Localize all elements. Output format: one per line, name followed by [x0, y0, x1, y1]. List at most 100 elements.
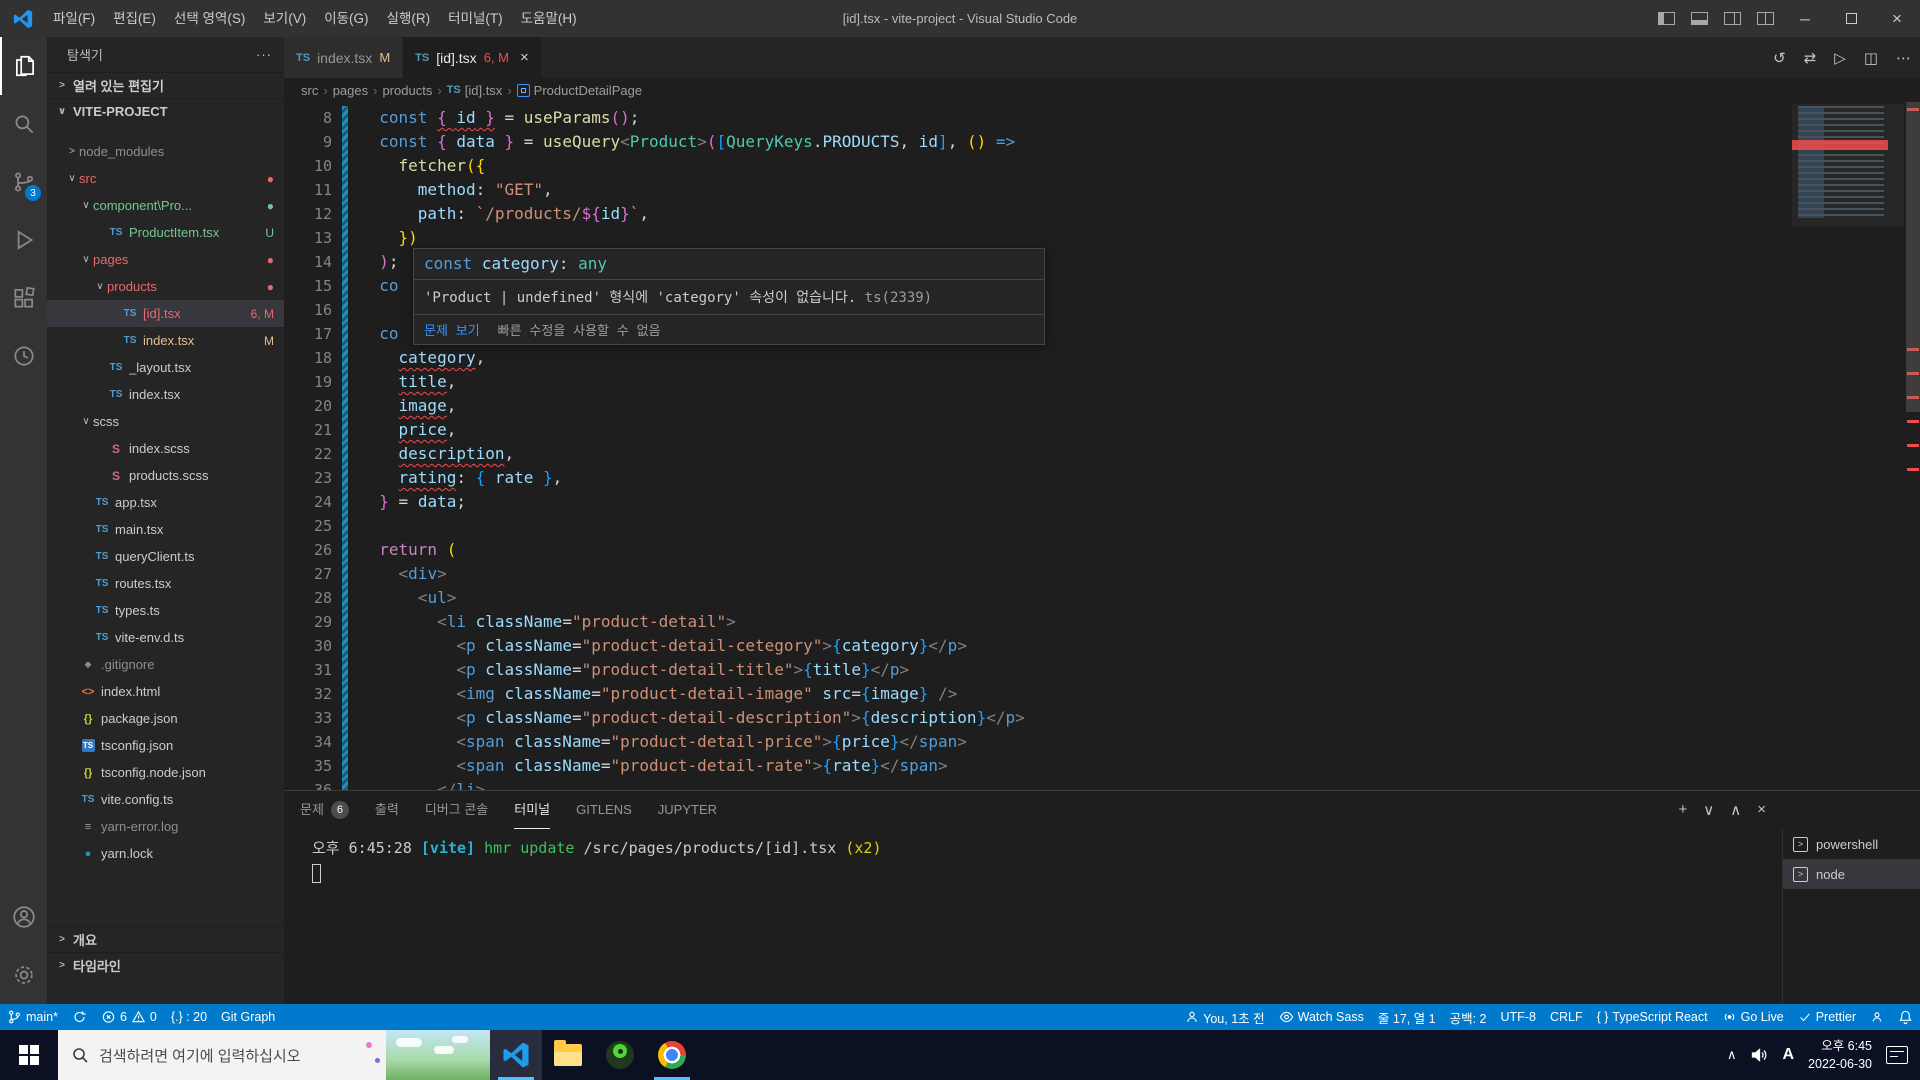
panel-tab-3[interactable]: 터미널	[514, 791, 551, 829]
code-line-18[interactable]: 18 category,	[284, 346, 1790, 370]
code-line-33[interactable]: 33 <p className="product-detail-descript…	[284, 706, 1790, 730]
tree-item-index.tsx[interactable]: TS index.tsx M	[47, 327, 284, 354]
accounts-icon[interactable]	[0, 888, 47, 946]
breadcrumb-item-0[interactable]: src	[298, 83, 321, 98]
tree-item-index.tsx[interactable]: TS index.tsx	[47, 381, 284, 408]
bracket-counter-item[interactable]: {.} : 20	[164, 1004, 214, 1030]
panel-tab-0[interactable]: 문제 6	[300, 791, 349, 829]
view-problem-link[interactable]: 문제 보기	[424, 320, 480, 339]
notifications-item[interactable]	[1891, 1004, 1920, 1030]
settings-gear-icon[interactable]	[0, 946, 47, 1004]
tree-item-queryClient.ts[interactable]: TS queryClient.ts	[47, 543, 284, 570]
source-control-icon[interactable]: 3	[0, 153, 47, 211]
code-line-31[interactable]: 31 <p className="product-detail-title">{…	[284, 658, 1790, 682]
panel-tab-2[interactable]: 디버그 콘솔	[425, 791, 488, 829]
encoding-item[interactable]: UTF-8	[1494, 1004, 1543, 1030]
menubar-item-0[interactable]: 파일(F)	[44, 0, 104, 37]
taskbar-chrome-icon[interactable]	[646, 1030, 698, 1080]
code-line-27[interactable]: 27 <div>	[284, 562, 1790, 586]
toggle-secondary-sidebar-icon[interactable]	[1724, 12, 1741, 25]
code-line-21[interactable]: 21 price,	[284, 418, 1790, 442]
terminal-dropdown-icon[interactable]: ∨	[1695, 801, 1722, 819]
tree-item-products[interactable]: ∨ products ●	[47, 273, 284, 300]
cursor-position-item[interactable]: 줄 17, 열 1	[1371, 1004, 1443, 1030]
open-editors-section[interactable]: > 열려 있는 편집기	[47, 72, 284, 98]
more-actions-icon[interactable]: ⋯	[1887, 49, 1920, 67]
prettier-item[interactable]: Prettier	[1791, 1004, 1863, 1030]
customize-layout-icon[interactable]	[1757, 12, 1774, 25]
menubar-item-4[interactable]: 이동(G)	[315, 0, 377, 37]
tree-item-app.tsx[interactable]: TS app.tsx	[47, 489, 284, 516]
code-line-22[interactable]: 22 description,	[284, 442, 1790, 466]
code-line-11[interactable]: 11 method: "GET",	[284, 178, 1790, 202]
code-line-20[interactable]: 20 image,	[284, 394, 1790, 418]
code-line-32[interactable]: 32 <img className="product-detail-image"…	[284, 682, 1790, 706]
editor-tab-0[interactable]: TS index.tsx M	[284, 37, 404, 78]
code-line-19[interactable]: 19 title,	[284, 370, 1790, 394]
menubar-item-7[interactable]: 도움말(H)	[512, 0, 586, 37]
terminal-output[interactable]: 오후 6:45:28 [vite] hmr update /src/pages/…	[284, 829, 1782, 1004]
tree-item-src[interactable]: ∨ src ●	[47, 165, 284, 192]
tree-item-main.tsx[interactable]: TS main.tsx	[47, 516, 284, 543]
menubar-item-3[interactable]: 보기(V)	[254, 0, 315, 37]
search-icon[interactable]	[0, 95, 47, 153]
code-line-35[interactable]: 35 <span className="product-detail-rate"…	[284, 754, 1790, 778]
tree-item-tsconfig.node.json[interactable]: {} tsconfig.node.json	[47, 759, 284, 786]
tree-item-types.ts[interactable]: TS types.ts	[47, 597, 284, 624]
code-line-24[interactable]: 24 } = data;	[284, 490, 1790, 514]
git-graph-item[interactable]: Git Graph	[214, 1004, 282, 1030]
explorer-icon[interactable]	[0, 37, 47, 95]
compare-changes-icon[interactable]: ⇄	[1795, 49, 1826, 67]
code-line-10[interactable]: 10 fetcher({	[284, 154, 1790, 178]
tree-item-componentPro...[interactable]: ∨ component\Pro... ●	[47, 192, 284, 219]
sync-item[interactable]	[65, 1004, 94, 1030]
code-line-12[interactable]: 12 path: `/products/${id}`,	[284, 202, 1790, 226]
minimize-button[interactable]: ─	[1782, 0, 1828, 37]
breadcrumb-item-2[interactable]: products	[379, 83, 435, 98]
scrollbar-thumb[interactable]	[1906, 102, 1920, 412]
speaker-icon[interactable]	[1750, 1046, 1768, 1064]
panel-tab-1[interactable]: 출력	[375, 791, 399, 829]
eol-item[interactable]: CRLF	[1543, 1004, 1590, 1030]
taskbar-search[interactable]: 검색하려면 여기에 입력하십시오	[58, 1030, 490, 1080]
menubar-item-2[interactable]: 선택 영역(S)	[165, 0, 254, 37]
toggle-panel-icon[interactable]	[1691, 12, 1708, 25]
maximize-panel-icon[interactable]: ∧	[1722, 801, 1749, 819]
tree-item-ProductItem.tsx[interactable]: TS ProductItem.tsx U	[47, 219, 284, 246]
panel-tab-5[interactable]: JUPYTER	[658, 791, 717, 829]
code-line-9[interactable]: 9 const { data } = useQuery<Product>([Qu…	[284, 130, 1790, 154]
gitlens-icon[interactable]	[0, 327, 47, 385]
project-root-section[interactable]: ∨ VITE-PROJECT	[47, 98, 284, 124]
watch-sass-item[interactable]: Watch Sass	[1272, 1004, 1371, 1030]
ime-indicator[interactable]: A	[1782, 1046, 1794, 1064]
menubar-item-5[interactable]: 실행(R)	[378, 0, 440, 37]
tree-item-.gitignore[interactable]: ◆ .gitignore	[47, 651, 284, 678]
tray-clock[interactable]: 오후 6:45 2022-06-30	[1808, 1037, 1872, 1073]
maximize-button[interactable]	[1828, 0, 1874, 37]
tree-item-yarn-error.log[interactable]: ≡ yarn-error.log	[47, 813, 284, 840]
tree-item-routes.tsx[interactable]: TS routes.tsx	[47, 570, 284, 597]
tree-item-package.json[interactable]: {} package.json	[47, 705, 284, 732]
panel-tab-4[interactable]: GITLENS	[576, 791, 632, 829]
feedback-item[interactable]	[1863, 1004, 1891, 1030]
code-line-23[interactable]: 23 rating: { rate },	[284, 466, 1790, 490]
language-mode-item[interactable]: { } TypeScript React	[1590, 1004, 1715, 1030]
tree-item-index.html[interactable]: <> index.html	[47, 678, 284, 705]
tree-item-products.scss[interactable]: Sproducts.scss	[47, 462, 284, 489]
indentation-item[interactable]: 공백: 2	[1443, 1004, 1494, 1030]
go-live-item[interactable]: Go Live	[1715, 1004, 1791, 1030]
minimap[interactable]	[1792, 104, 1904, 226]
code-line-30[interactable]: 30 <p className="product-detail-cetegory…	[284, 634, 1790, 658]
tree-item-tsconfig.json[interactable]: TS tsconfig.json	[47, 732, 284, 759]
split-editor-icon[interactable]: ◫	[1855, 49, 1887, 67]
blame-item[interactable]: You, 1초 전	[1178, 1004, 1271, 1030]
history-icon[interactable]: ↺	[1764, 49, 1795, 67]
code-line-29[interactable]: 29 <li className="product-detail">	[284, 610, 1790, 634]
close-button[interactable]: ×	[1874, 0, 1920, 37]
code-line-25[interactable]: 25	[284, 514, 1790, 538]
menubar-item-1[interactable]: 편집(E)	[104, 0, 165, 37]
git-branch-item[interactable]: main*	[0, 1004, 65, 1030]
action-center-icon[interactable]	[1886, 1046, 1908, 1064]
tree-item-vite-env.d.ts[interactable]: TS vite-env.d.ts	[47, 624, 284, 651]
tree-item-yarn.lock[interactable]: ● yarn.lock	[47, 840, 284, 867]
